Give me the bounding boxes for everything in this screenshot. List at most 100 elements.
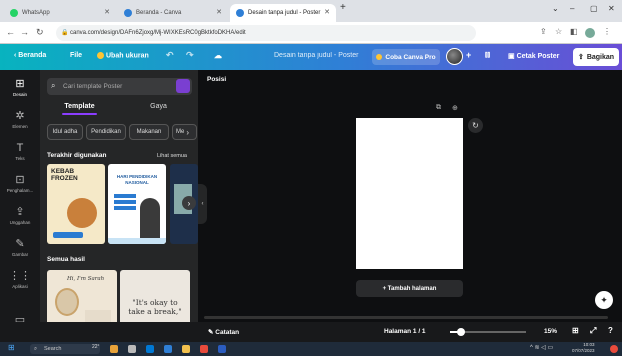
grid-view-icon[interactable]: ⊞ [572,326,579,335]
sidepanel-icon[interactable]: ◧ [570,27,578,36]
chip-idul-adha[interactable]: Idul adha [47,124,83,140]
duplicate-page-icon[interactable]: ⧉ [436,104,441,112]
file-menu-button[interactable]: File [70,52,82,59]
add-collaborator-icon[interactable]: + [466,50,471,60]
windows-start-icon[interactable]: ⊞ [8,343,15,352]
notes-button[interactable]: ✎ Catatan [208,328,239,336]
see-all-link[interactable]: Lihat semua [157,153,187,159]
chip-pendidikan[interactable]: Pendidikan [86,124,126,140]
browser-tab-beranda[interactable]: Beranda - Canva ✕ [118,4,228,22]
thumb-bar [114,206,136,210]
template-thumb-pendidikan[interactable]: HARI PENDIDIKAN NASIONAL [108,164,166,244]
side-rail: ⊞ Desain ✲ Elemen T Teks ⊡ Penghalam... ⇪ Ung… [0,70,40,342]
edge-icon[interactable] [146,345,154,353]
rail-item-brand[interactable]: ⊡ Penghalam... [0,174,40,193]
add-page-button[interactable]: + Tambah halaman [356,280,463,297]
maximize-button[interactable]: ▢ [590,4,598,13]
collapse-panel-button[interactable]: ‹ [198,184,207,224]
forward-icon[interactable]: → [20,27,29,37]
chevron-right-icon[interactable]: › [182,196,196,210]
avatar[interactable] [446,48,463,65]
position-button[interactable]: Posisi [207,76,226,83]
print-label: Cetak Poster [516,53,560,60]
browser-tab-bar: WhatsApp ✕ Beranda - Canva ✕ Desain tanp… [0,0,622,22]
zoom-slider[interactable] [450,328,526,336]
minimize-button[interactable]: – [570,4,574,13]
rail-item-uploads[interactable]: ⇪ Unggahan [0,206,40,225]
share-button[interactable]: ⇪ Bagikan [573,48,619,66]
tab-template[interactable]: Template [40,103,119,115]
document-title[interactable]: Desain tanpa judul - Poster [274,52,358,59]
back-icon[interactable]: ← [6,27,15,37]
undo-icon[interactable]: ↶ [166,50,174,61]
rail-bottom [0,322,198,342]
horizontal-scrollbar[interactable] [204,316,608,319]
rail-item-design[interactable]: ⊞ Desain [0,78,40,97]
tab-style[interactable]: Gaya [119,103,198,110]
rail-item-draw[interactable]: ✎ Gambar [0,238,40,257]
rail-label: Gambar [11,252,29,257]
chip-more[interactable]: Me › [172,124,197,140]
cloud-saved-icon[interactable]: ☁ [214,51,222,60]
share-page-icon[interactable]: ⇪ [540,27,547,36]
close-icon[interactable]: ✕ [324,8,330,16]
browser-tab-desain[interactable]: Desain tanpa judul - Poster ✕ [230,4,336,22]
new-tab-button[interactable]: + [340,2,346,13]
analytics-icon[interactable]: ⫾⫾ [485,50,490,60]
resize-label: Ubah ukuran [106,52,149,60]
refresh-icon[interactable]: ↻ [468,118,483,133]
chevron-right-icon[interactable]: › [186,128,189,137]
back-home-button[interactable]: ‹ Beranda [14,52,46,59]
chip-makanan[interactable]: Makanan [129,124,169,140]
close-icon[interactable]: ✕ [216,8,222,16]
close-window-button[interactable]: ✕ [608,4,615,13]
canvas-workspace: Posisi ⧉ ⊕ ↻ + Tambah halaman ✦ [198,70,622,322]
clock[interactable]: 10:03 07/07/2023 [572,342,595,354]
resize-button[interactable]: Ubah ukuran [97,52,149,59]
profile-avatar[interactable] [585,28,595,38]
word-icon[interactable] [218,345,226,353]
search-input[interactable]: ⌕ Cari template Poster [47,78,192,95]
task-view-icon[interactable] [128,345,136,353]
template-thumb-kebab[interactable]: KEBAB FROZEN [47,164,105,244]
rail-item-elements[interactable]: ✲ Elemen [0,110,40,129]
page-indicator[interactable]: Halaman 1 / 1 [384,328,426,335]
chrome-icon[interactable] [200,345,208,353]
help-icon[interactable]: ? [608,326,613,335]
browser-tab-whatsapp[interactable]: WhatsApp ✕ [4,4,116,22]
taskbar-search[interactable]: ⌕ Search [30,344,100,354]
canva-icon [236,9,244,17]
rail-item-text[interactable]: T Teks [0,142,40,161]
url-field[interactable]: 🔒 canva.com/design/DAFn6Zjoxg/Mj-WIXKEsR… [56,25,476,41]
reload-icon[interactable]: ↻ [36,27,44,38]
magic-assistant-icon[interactable]: ✦ [595,291,613,309]
redo-icon[interactable]: ↷ [186,50,194,61]
thumb-title: "It's okay to take a break," [128,298,182,316]
thumb-badge [53,232,83,238]
filter-pro-icon[interactable] [176,79,190,93]
try-pro-button[interactable]: Coba Canva Pro [372,49,440,65]
status-bar: ✎ Catatan Halaman 1 / 1 15% ⊞ ⤢ ? [198,322,622,342]
system-tray-icons[interactable]: ^ ≋ ◁ ▭ [530,344,553,351]
panel-tabs: Template Gaya [40,102,198,118]
add-page-icon[interactable]: ⊕ [452,104,458,112]
close-icon[interactable]: ✕ [104,8,110,16]
thumb-title: Hi, I'm Sarah [67,276,105,282]
zoom-value[interactable]: 15% [544,328,557,335]
poster-page[interactable] [356,118,463,269]
fullscreen-icon[interactable]: ⤢ [590,326,596,336]
upload-icon: ⇪ [15,206,25,218]
rail-item-apps[interactable]: ⋮⋮ Aplikasi [0,270,40,289]
tab-search-icon[interactable]: ⌄ [552,4,559,13]
teams-icon[interactable] [164,345,172,353]
menu-kebab-icon[interactable]: ⋮ [603,27,611,36]
star-icon[interactable]: ☆ [555,27,562,36]
upload-icon: ⇪ [577,54,584,61]
print-poster-button[interactable]: ▣ Cetak Poster [508,52,559,60]
search-icon: ⌕ [34,345,38,352]
notification-icon[interactable] [610,345,618,353]
windows-taskbar: ⊞ ⌕ Search 22° ^ ≋ ◁ ▭ 10:03 07/07/2023 [0,342,622,356]
file-explorer-icon[interactable] [182,345,190,353]
taskbar-app-icon[interactable] [110,345,118,353]
zoom-knob[interactable] [457,328,466,336]
